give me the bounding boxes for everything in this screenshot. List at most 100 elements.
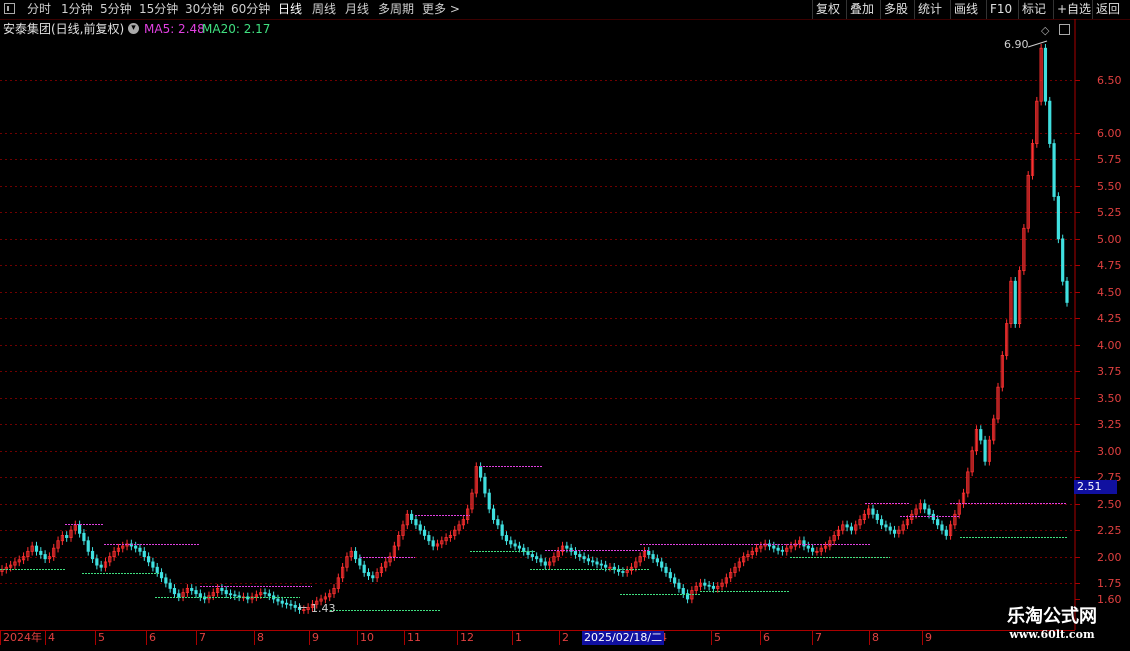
candle-body — [923, 503, 927, 510]
kline-chart[interactable] — [0, 0, 1130, 650]
cursor-date-label: 2025/02/18/二 — [582, 631, 665, 645]
candle-body — [366, 572, 371, 577]
price-tick-label: 4.50 — [1097, 285, 1122, 299]
candle-body — [509, 540, 513, 545]
candle-body — [168, 582, 172, 589]
candle-body — [845, 524, 849, 528]
candle-body — [504, 535, 509, 542]
watermark-title: 乐淘公式网 — [1007, 606, 1097, 627]
candle-body — [496, 519, 500, 526]
candle-body — [1052, 143, 1056, 197]
candle-body — [1043, 47, 1048, 102]
candle-body — [95, 558, 99, 566]
candle-body — [522, 547, 526, 552]
price-tick-label: 6.50 — [1097, 73, 1122, 87]
candle-body — [586, 558, 590, 562]
date-tick-label: 10 — [357, 631, 374, 645]
candle-body — [979, 429, 983, 441]
date-tick-label: 6 — [146, 631, 156, 645]
price-tick-label: 5.75 — [1097, 152, 1122, 166]
candle-body — [513, 543, 517, 547]
candle-body — [276, 598, 280, 602]
panel-toggle-icon[interactable] — [1059, 24, 1070, 35]
candle-body — [293, 604, 297, 608]
price-tick-label: 3.25 — [1097, 417, 1122, 431]
candle-body — [233, 594, 237, 597]
candle-body — [655, 558, 659, 563]
price-tick-label: 1.75 — [1097, 576, 1122, 590]
candle-body — [431, 540, 435, 547]
candle-body — [677, 582, 681, 589]
candle-body — [164, 577, 168, 584]
date-tick-label: 8 — [869, 631, 879, 645]
candle-body — [668, 572, 672, 579]
candle-body — [224, 590, 228, 595]
candle-body — [151, 561, 155, 568]
candle-body — [879, 519, 884, 526]
date-tick-label: 7 — [812, 631, 822, 645]
candle-body — [806, 545, 810, 549]
watermark-url: www.60lt.com — [1009, 628, 1095, 641]
candle-body — [660, 561, 664, 568]
date-tick-label: 9 — [309, 631, 319, 645]
candle-body — [289, 603, 293, 606]
date-tick-label: 5 — [95, 631, 105, 645]
candle-body — [138, 547, 142, 552]
candle-body — [673, 577, 677, 584]
candle-body — [353, 550, 358, 560]
low-price-annotation: 1.43 — [311, 602, 336, 615]
price-tick-label: 3.00 — [1097, 444, 1122, 458]
candle-body — [65, 535, 69, 538]
price-axis — [1074, 19, 1130, 630]
candle-body — [194, 590, 198, 595]
current-price-badge: 2.51 — [1074, 480, 1117, 494]
candle-body — [604, 564, 608, 568]
candle-body — [358, 558, 362, 566]
candle-body — [1061, 238, 1065, 282]
price-tick-label: 4.25 — [1097, 311, 1122, 325]
date-tick-label: 12 — [457, 631, 474, 645]
candle-body — [418, 524, 422, 531]
candle-body — [422, 529, 427, 536]
date-tick-label: 6 — [760, 631, 770, 645]
candle-body — [539, 558, 543, 563]
candle-body — [621, 571, 625, 573]
date-tick-label: 9 — [922, 631, 932, 645]
price-tick-label: 4.75 — [1097, 258, 1122, 272]
price-tick-label: 3.50 — [1097, 391, 1122, 405]
candle-body — [371, 575, 375, 579]
candle-body — [82, 532, 86, 542]
candle-body — [1013, 280, 1017, 325]
candle-body — [427, 535, 431, 542]
candle-body — [573, 550, 578, 555]
candle-body — [591, 560, 595, 563]
date-tick-label: 2024年 — [0, 631, 42, 645]
candle-body — [280, 600, 284, 604]
high-arrow-line — [1027, 40, 1048, 48]
price-tick-label: 5.25 — [1097, 205, 1122, 219]
date-tick-label: 11 — [404, 631, 421, 645]
candle-body — [414, 519, 418, 526]
candle-body — [927, 508, 931, 515]
candle-body — [86, 540, 90, 552]
candle-body — [892, 529, 897, 534]
candle-body — [888, 526, 892, 531]
candle-body — [811, 547, 815, 552]
date-tick-label: 5 — [711, 631, 721, 645]
candle-body — [517, 545, 522, 549]
candle-body — [228, 593, 233, 596]
candle-body — [944, 529, 948, 536]
candle-body — [39, 550, 43, 555]
price-tick-label: 5.50 — [1097, 179, 1122, 193]
candle-body — [681, 588, 685, 595]
candle-body — [491, 508, 496, 520]
high-price-annotation: 6.90 — [1004, 38, 1029, 51]
diamond-icon[interactable]: ◇ — [1041, 24, 1049, 37]
candle-body — [487, 492, 491, 510]
candle-body — [802, 540, 806, 547]
candle-body — [78, 524, 82, 534]
price-tick-label: 2.00 — [1097, 550, 1122, 564]
candle-body — [90, 550, 95, 560]
candle-body — [565, 545, 569, 549]
candle-body — [599, 563, 603, 566]
